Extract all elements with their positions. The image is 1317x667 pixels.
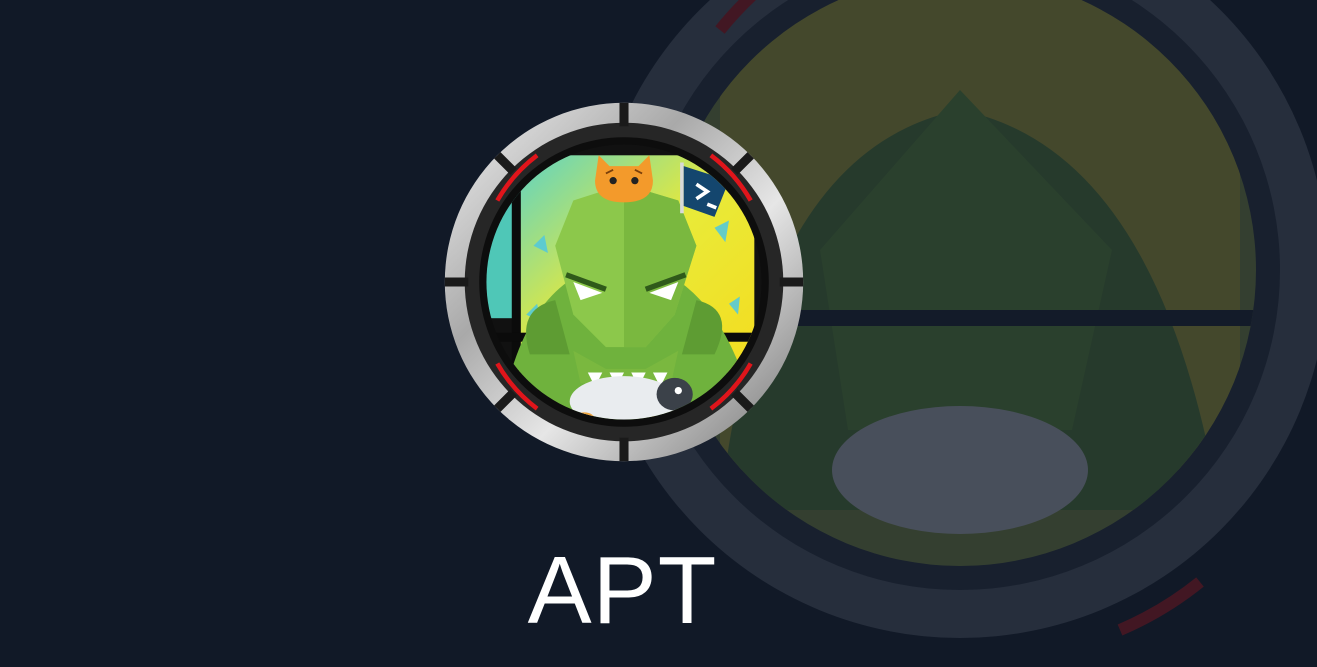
machine-name: APT [527,537,718,644]
machine-card: APT [0,0,1317,667]
dinosaur-machine-avatar-icon[interactable] [443,101,805,463]
